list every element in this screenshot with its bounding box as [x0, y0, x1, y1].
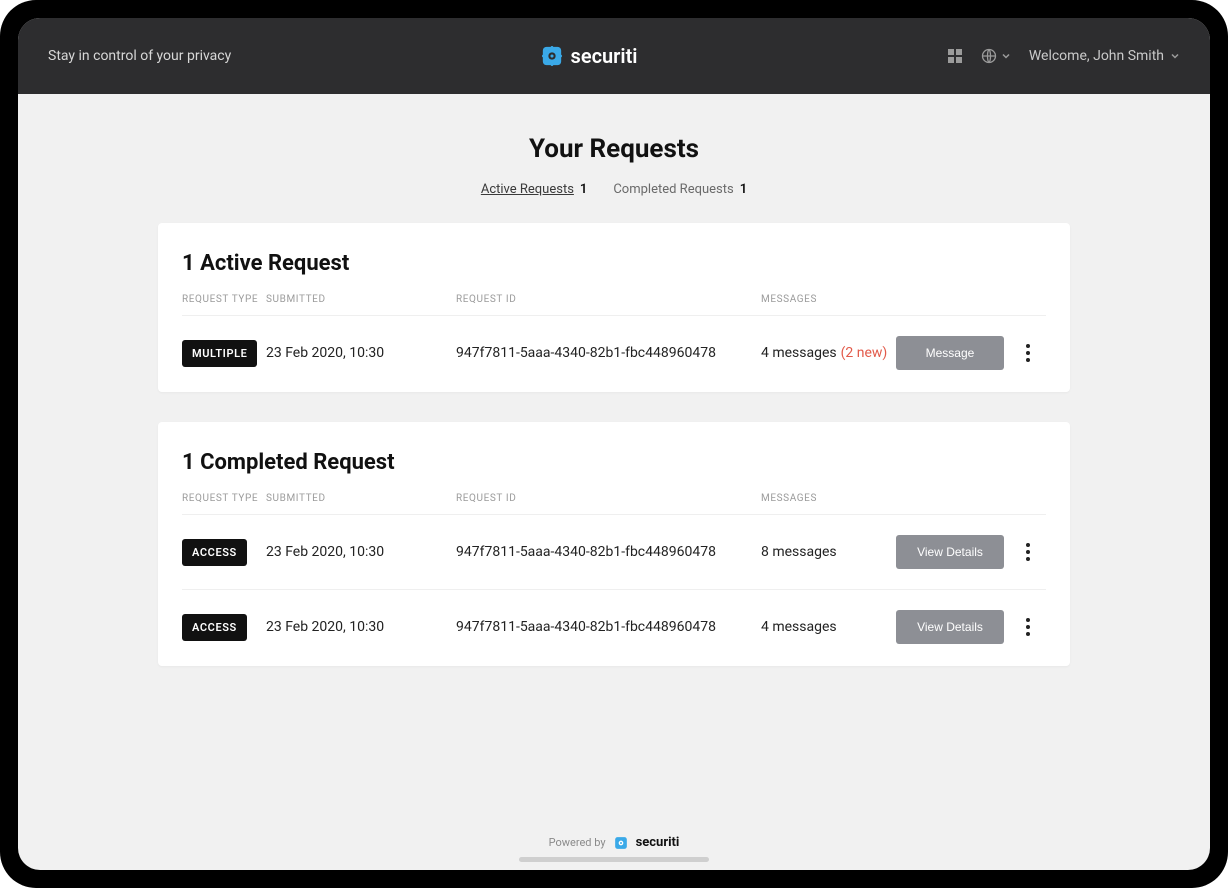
chevron-down-icon	[1170, 51, 1180, 61]
more-menu[interactable]	[1026, 543, 1030, 561]
content-area: Your Requests Active Requests 1 Complete…	[18, 94, 1210, 870]
powered-by-text: Powered by	[549, 836, 606, 849]
page-title: Your Requests	[529, 134, 699, 164]
language-selector[interactable]	[981, 48, 1011, 64]
more-menu[interactable]	[1026, 618, 1030, 636]
tab-count: 1	[740, 182, 747, 197]
home-indicator	[519, 857, 709, 862]
table-header: REQUEST TYPE SUBMITTED REQUEST ID MESSAG…	[182, 493, 1046, 515]
table-row: ACCESS 23 Feb 2020, 10:30 947f7811-5aaa-…	[182, 590, 1046, 644]
request-id: 947f7811-5aaa-4340-82b1-fbc448960478	[456, 619, 761, 635]
section-title: 1 Active Request	[182, 251, 1046, 276]
table-row: MULTIPLE 23 Feb 2020, 10:30 947f7811-5aa…	[182, 316, 1046, 370]
globe-icon	[981, 48, 997, 64]
chevron-down-icon	[1001, 51, 1011, 61]
col-type: REQUEST TYPE	[182, 493, 266, 504]
completed-requests-card: 1 Completed Request REQUEST TYPE SUBMITT…	[158, 422, 1070, 666]
tab-label: Completed Requests	[613, 182, 733, 197]
col-submitted: SUBMITTED	[266, 294, 456, 305]
col-request-id: REQUEST ID	[456, 294, 761, 305]
col-request-id: REQUEST ID	[456, 493, 761, 504]
section-title: 1 Completed Request	[182, 450, 1046, 475]
table-row: ACCESS 23 Feb 2020, 10:30 947f7811-5aaa-…	[182, 515, 1046, 590]
tab-label: Active Requests	[481, 182, 574, 197]
messages-new: (2 new)	[841, 345, 888, 361]
message-button[interactable]: Message	[896, 336, 1004, 370]
more-menu[interactable]	[1026, 344, 1030, 362]
brand-icon	[541, 45, 563, 67]
table-header: REQUEST TYPE SUBMITTED REQUEST ID MESSAG…	[182, 294, 1046, 316]
tab-active-requests[interactable]: Active Requests 1	[481, 182, 588, 197]
col-messages: MESSAGES	[761, 493, 896, 504]
footer: Powered by securiti	[549, 823, 680, 850]
brand-name: securiti	[571, 44, 638, 68]
request-type-badge: ACCESS	[182, 614, 247, 641]
footer-brand: securiti	[636, 835, 680, 850]
dashboard-icon[interactable]	[947, 48, 963, 64]
tab-completed-requests[interactable]: Completed Requests 1	[613, 182, 747, 197]
topbar: Stay in control of your privacy	[18, 18, 1210, 94]
view-details-button[interactable]: View Details	[896, 610, 1004, 644]
submitted-date: 23 Feb 2020, 10:30	[266, 345, 456, 361]
user-menu[interactable]: Welcome, John Smith	[1029, 48, 1180, 64]
col-messages: MESSAGES	[761, 294, 896, 305]
brand-icon	[614, 836, 628, 850]
submitted-date: 23 Feb 2020, 10:30	[266, 619, 456, 635]
request-type-badge: MULTIPLE	[182, 340, 257, 367]
request-tabs: Active Requests 1 Completed Requests 1	[481, 182, 747, 197]
request-id: 947f7811-5aaa-4340-82b1-fbc448960478	[456, 345, 761, 361]
tab-count: 1	[580, 182, 587, 197]
messages-count: 4 messages(2 new)	[761, 345, 896, 361]
submitted-date: 23 Feb 2020, 10:30	[266, 544, 456, 560]
request-id: 947f7811-5aaa-4340-82b1-fbc448960478	[456, 544, 761, 560]
active-requests-card: 1 Active Request REQUEST TYPE SUBMITTED …	[158, 223, 1070, 392]
brand-logo: securiti	[541, 44, 638, 68]
messages-count: 8 messages	[761, 544, 896, 560]
messages-text: 4 messages	[761, 345, 837, 361]
tagline: Stay in control of your privacy	[48, 48, 231, 64]
col-submitted: SUBMITTED	[266, 493, 456, 504]
messages-count: 4 messages	[761, 619, 896, 635]
request-type-badge: ACCESS	[182, 539, 247, 566]
view-details-button[interactable]: View Details	[896, 535, 1004, 569]
welcome-text: Welcome, John Smith	[1029, 48, 1164, 64]
col-type: REQUEST TYPE	[182, 294, 266, 305]
